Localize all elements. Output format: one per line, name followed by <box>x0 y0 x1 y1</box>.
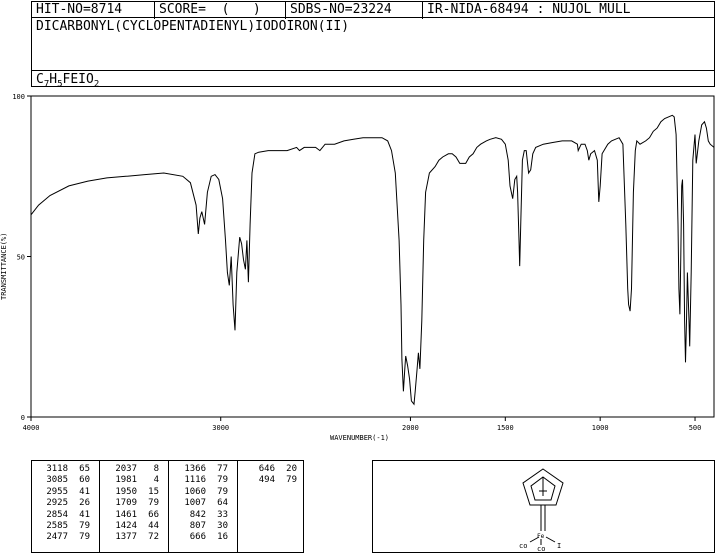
peak-wavenumber: 2037 <box>115 464 137 474</box>
peak-transmittance: 79 <box>217 475 228 486</box>
peak-wavenumber: 494 <box>258 475 275 486</box>
x-tick-label: 500 <box>689 424 702 432</box>
peak-row: 3085 60 <box>36 475 90 486</box>
peak-wavenumber: 1377 <box>115 532 137 543</box>
peak-wavenumber: 807 <box>189 520 206 531</box>
peak-wavenumber: 2925 <box>46 498 68 509</box>
peak-wavenumber: 2955 <box>46 486 68 497</box>
peak-row: 1950 15 <box>105 487 159 498</box>
peak-row: 1461 66 <box>105 510 159 521</box>
x-tick-label: 1500 <box>497 424 514 432</box>
peak-row: 2925 26 <box>36 498 90 509</box>
peak-table: 3118 65 3085 60 2955 41 2925 26 2854 41 2585 79 2477… <box>31 460 304 553</box>
peak-wavenumber: 2585 <box>46 520 68 531</box>
peak-transmittance: 65 <box>79 464 90 474</box>
peak-row: 1377 72 <box>105 532 159 543</box>
carbonyl-label-bottom: co <box>537 545 545 552</box>
peak-row: 2477 79 <box>36 532 90 543</box>
peak-row: 1060 79 <box>174 487 228 498</box>
peak-row: 842 33 <box>174 510 228 521</box>
peak-transmittance: 41 <box>79 486 90 497</box>
peak-transmittance: 72 <box>148 532 159 543</box>
peak-transmittance: 66 <box>148 509 159 520</box>
structure-box: Fe co co I <box>372 460 715 553</box>
peak-wavenumber: 1950 <box>115 486 137 497</box>
y-tick-label: 50 <box>17 254 25 262</box>
peak-transmittance: 41 <box>79 509 90 520</box>
peak-wavenumber: 1709 <box>115 498 137 509</box>
ir-spectrum-chart: 4000 3000 2000 1500 1000 500 0 50 100 WAVENUMBE… <box>0 93 715 442</box>
peak-wavenumber: 1424 <box>115 520 137 531</box>
peak-wavenumber: 1116 <box>184 475 206 486</box>
peak-transmittance: 15 <box>148 486 159 497</box>
peak-row: 3118 65 <box>36 464 90 475</box>
peak-transmittance: 20 <box>286 464 297 474</box>
peak-wavenumber: 666 <box>189 532 206 543</box>
peak-wavenumber: 1060 <box>184 486 206 497</box>
peak-transmittance: 8 <box>153 464 159 474</box>
peak-transmittance: 79 <box>217 486 228 497</box>
peak-transmittance: 64 <box>217 498 228 509</box>
x-tick-label: 4000 <box>23 424 40 432</box>
peak-row: 2955 41 <box>36 487 90 498</box>
peak-transmittance: 60 <box>79 475 90 486</box>
peak-row: 1981 4 <box>105 475 159 486</box>
structure-drawing: Fe co co I <box>519 468 564 553</box>
peak-transmittance: 44 <box>148 520 159 531</box>
peak-wavenumber: 3118 <box>46 464 68 474</box>
peak-row: 2037 8 <box>105 464 159 475</box>
peak-row: 2854 41 <box>36 510 90 521</box>
peak-wavenumber: 1461 <box>115 509 137 520</box>
peak-transmittance: 16 <box>217 532 228 543</box>
x-tick-label: 1000 <box>592 424 609 432</box>
peak-row: 2585 79 <box>36 521 90 532</box>
peak-row: 807 30 <box>174 521 228 532</box>
y-axis-label: TRANSMITTANCE(%) <box>0 233 8 300</box>
peak-wavenumber: 2854 <box>46 509 68 520</box>
peak-transmittance: 33 <box>217 509 228 520</box>
peak-row: 1007 64 <box>174 498 228 509</box>
peak-transmittance: 79 <box>79 532 90 543</box>
x-tick-label: 3000 <box>212 424 229 432</box>
spectrum-line <box>30 114 715 406</box>
peak-transmittance: 79 <box>286 475 297 486</box>
peak-transmittance: 26 <box>79 498 90 509</box>
peak-wavenumber: 2477 <box>46 532 68 543</box>
y-tick-label: 100 <box>12 93 25 101</box>
peak-row: 1366 77 <box>174 464 228 475</box>
x-axis-label: WAVENUMBER(-1) <box>330 434 389 442</box>
y-tick-label: 0 <box>21 414 25 422</box>
x-tick-label: 2000 <box>402 424 419 432</box>
peak-row: 646 20 <box>243 464 297 475</box>
peak-row: 494 79 <box>243 475 297 486</box>
peak-transmittance: 30 <box>217 520 228 531</box>
carbonyl-label-left: co <box>519 542 527 550</box>
peak-wavenumber: 3085 <box>46 475 68 486</box>
plot-frame <box>30 95 715 418</box>
iodine-label: I <box>557 542 561 550</box>
peak-row: 1424 44 <box>105 521 159 532</box>
peak-wavenumber: 1366 <box>184 464 206 474</box>
peak-transmittance: 4 <box>153 475 159 486</box>
peak-wavenumber: 1981 <box>115 475 137 486</box>
peak-row: 666 16 <box>174 532 228 543</box>
peak-row: 1709 79 <box>105 498 159 509</box>
peak-wavenumber: 842 <box>189 509 206 520</box>
iron-atom-label: Fe <box>537 533 545 540</box>
peak-wavenumber: 646 <box>258 464 275 474</box>
peak-transmittance: 77 <box>217 464 228 474</box>
peak-wavenumber: 1007 <box>184 498 206 509</box>
peak-transmittance: 79 <box>79 520 90 531</box>
peak-row: 1116 79 <box>174 475 228 486</box>
peak-transmittance: 79 <box>148 498 159 509</box>
